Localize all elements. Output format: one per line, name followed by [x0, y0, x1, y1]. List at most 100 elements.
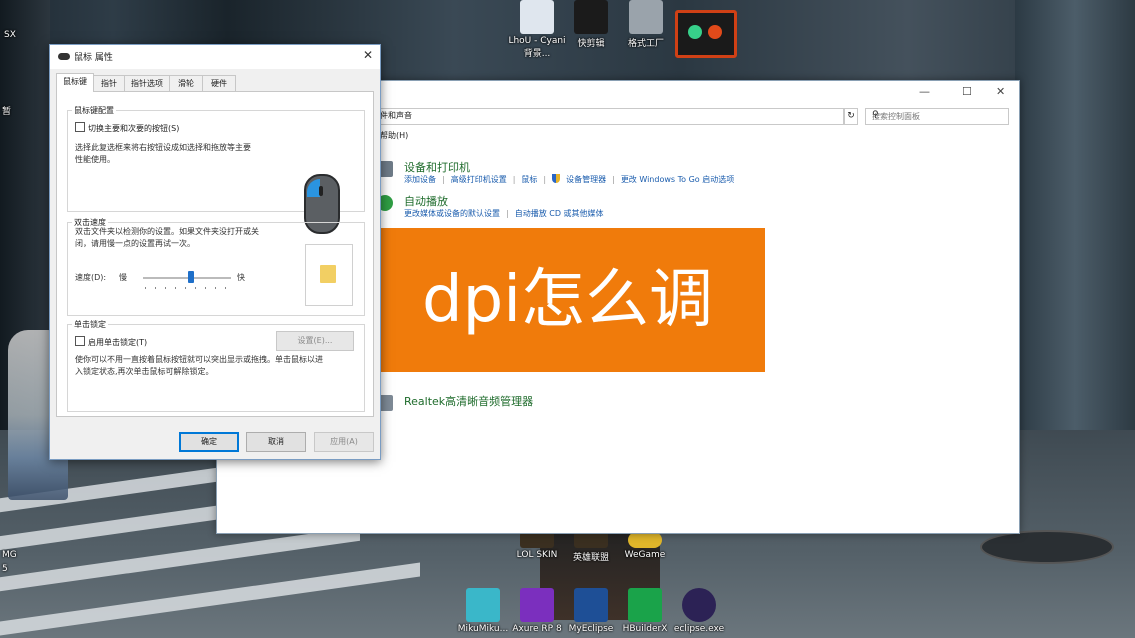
desktop-icon-hbuilderx[interactable]: HBuilderX: [615, 588, 675, 634]
desktop-icon-lhou[interactable]: LhoU - Cyani背景...: [507, 0, 567, 59]
manhole: [980, 530, 1114, 564]
folder-icon[interactable]: [320, 265, 336, 283]
desktop-icon-label: LOL SKIN: [516, 550, 558, 560]
link-windows-to-go[interactable]: 更改 Windows To Go 启动选项: [621, 175, 734, 184]
click-lock-settings-button[interactable]: 设置(E)...: [276, 331, 354, 351]
checkbox-box[interactable]: [75, 122, 85, 132]
eclipse-app-icon: [682, 588, 716, 622]
test-folder-area[interactable]: [305, 244, 353, 306]
edge-label: MG: [2, 550, 17, 560]
double-click-description: 双击文件夹以检测你的设置。如果文件夹没打开或关 闭，请用慢一点的设置再试一次。: [75, 226, 259, 250]
edge-label: SX: [4, 30, 16, 40]
desktop-icon-format-factory[interactable]: 格式工厂: [616, 0, 676, 49]
tab-hardware[interactable]: 硬件: [202, 75, 236, 91]
title-banner: dpi怎么调: [370, 228, 765, 372]
desktop-icon-wegame[interactable]: WeGame: [615, 532, 675, 560]
menu-help[interactable]: 帮助(H): [380, 130, 408, 141]
checkbox-label: 启用单击锁定(T): [88, 338, 148, 347]
apply-button[interactable]: 应用(A): [314, 432, 374, 452]
banner-text: dpi怎么调: [421, 263, 714, 337]
description-line: 双击文件夹以检测你的设置。如果文件夹没打开或关: [75, 227, 259, 236]
address-bar[interactable]: 件和声音 ⌄: [377, 108, 844, 125]
desktop-icon-label: 英雄联盟: [572, 553, 609, 563]
cancel-button[interactable]: 取消: [246, 432, 306, 452]
mikumiku-app-icon: [466, 588, 500, 622]
close-button[interactable]: ✕: [363, 48, 373, 62]
desktop-icon-myeclipse[interactable]: MyEclipse: [561, 588, 621, 634]
desktop-icon-kuaijianji[interactable]: 快剪辑: [561, 0, 621, 49]
group-title: 鼠标键配置: [72, 105, 116, 116]
mouse-properties-dialog: 鼠标 属性 ✕ 鼠标键 指针 指针选项 滑轮 硬件 鼠标键配置 切换主要和次要的…: [49, 44, 381, 460]
link-change-media-defaults[interactable]: 更改媒体或设备的默认设置: [404, 209, 500, 218]
maximize-button[interactable]: ☐: [962, 85, 972, 98]
description-line: 性能使用。: [75, 155, 115, 164]
group-title: 单击锁定: [72, 319, 108, 330]
tab-pane-buttons: 鼠标键配置 切换主要和次要的按钮(S) 选择此复选框来将右按钮设成如选择和拖放等…: [56, 91, 374, 417]
format-factory-app-icon: [629, 0, 663, 34]
mouse-wheel: [319, 186, 323, 196]
desktop-icon-lol[interactable]: 英雄联盟: [561, 532, 621, 563]
desktop-icon-label: HBuilderX: [622, 624, 668, 634]
minimize-button[interactable]: —: [919, 85, 930, 98]
section-title[interactable]: 自动播放: [404, 193, 448, 209]
desktop-icon-mikumiku[interactable]: MikuMiku...: [453, 588, 513, 634]
dialog-title: 鼠标 属性: [74, 53, 113, 63]
ok-button[interactable]: 确定: [179, 432, 239, 452]
shield-icon: [552, 174, 561, 183]
lhou-app-icon: [520, 0, 554, 34]
search-input[interactable]: 搜索控制面板 ⚲: [865, 108, 1009, 125]
desktop-icon-label: 快剪辑: [577, 39, 605, 49]
desktop-icon-label: WeGame: [624, 550, 666, 560]
refresh-icon[interactable]: ↻: [844, 108, 858, 125]
slider-thumb[interactable]: [188, 271, 195, 283]
description-line: 选择此复选框来将右按钮设成如选择和拖放等主要: [75, 143, 251, 152]
lol-app-icon: [574, 532, 608, 548]
link-advanced-printer[interactable]: 高级打印机设置: [451, 175, 507, 184]
desktop-icon-eclipse[interactable]: eclipse.exe: [669, 588, 729, 634]
section-title[interactable]: Realtek高清晰音频管理器: [404, 393, 533, 409]
click-lock-checkbox[interactable]: 启用单击锁定(T): [75, 336, 147, 348]
wegame-app-icon: [628, 532, 662, 548]
dialog-titlebar: 鼠标 属性 ✕: [50, 45, 380, 69]
traffic-lamp-green: [688, 25, 702, 39]
tab-pointer-options[interactable]: 指针选项: [124, 75, 170, 91]
desktop-icon-label: MikuMiku...: [457, 624, 509, 634]
axure-app-icon: [520, 588, 554, 622]
tab-pointers[interactable]: 指针: [93, 75, 125, 91]
button-config-description: 选择此复选框来将右按钮设成如选择和拖放等主要 性能使用。: [75, 142, 251, 166]
kuaijianji-app-icon: [574, 0, 608, 34]
background-building-right: [1015, 0, 1135, 440]
search-icon[interactable]: ⚲: [872, 110, 1004, 120]
desktop-icon-axure[interactable]: Axure RP 8: [507, 588, 567, 634]
desktop-icon-lol-skin[interactable]: LOL SKIN: [507, 532, 567, 560]
mouse-icon: [58, 53, 70, 60]
speed-slow-label: 慢: [119, 273, 127, 282]
section-title[interactable]: 设备和打印机: [404, 159, 470, 175]
description-line: 闭，请用慢一点的设置再试一次。: [75, 239, 195, 248]
link-mouse[interactable]: 鼠标: [521, 175, 537, 184]
hbuilderx-app-icon: [628, 588, 662, 622]
checkbox-box[interactable]: [75, 336, 85, 346]
tab-wheel[interactable]: 滑轮: [169, 75, 203, 91]
tab-buttons[interactable]: 鼠标键: [56, 73, 94, 92]
chevron-down-icon[interactable]: ⌄: [380, 110, 840, 119]
desktop-icon-label: MyEclipse: [568, 624, 614, 634]
lol-skin-app-icon: [520, 532, 554, 548]
edge-label: 5: [2, 564, 8, 574]
link-autoplay-cd[interactable]: 自动播放 CD 或其他媒体: [515, 209, 604, 218]
description-line: 入锁定状态,再次单击鼠标可解除锁定。: [75, 367, 214, 376]
click-lock-description: 使你可以不用一直按着鼠标按钮就可以突出显示或拖拽。单击鼠标以进 入锁定状态,再次…: [75, 354, 323, 378]
close-button[interactable]: ✕: [996, 85, 1005, 98]
myeclipse-app-icon: [574, 588, 608, 622]
desktop-icon-label: 格式工厂: [627, 39, 664, 49]
desktop-icon-label: LhoU - Cyani背景...: [508, 36, 566, 59]
link-add-device[interactable]: 添加设备: [404, 175, 436, 184]
checkbox-label: 切换主要和次要的按钮(S): [88, 124, 180, 133]
desktop-icon-label: eclipse.exe: [673, 624, 725, 634]
section-links: 添加设备 | 高级打印机设置 | 鼠标 | 设备管理器 | 更改 Windows To Go 启…: [404, 174, 735, 184]
speed-label: 速度(D):: [75, 273, 107, 282]
link-device-manager[interactable]: 设备管理器: [566, 175, 606, 184]
description-line: 使你可以不用一直按着鼠标按钮就可以突出显示或拖拽。单击鼠标以进: [75, 355, 323, 364]
double-click-speed-slider[interactable]: [143, 277, 231, 279]
switch-buttons-checkbox[interactable]: 切换主要和次要的按钮(S): [75, 122, 179, 134]
